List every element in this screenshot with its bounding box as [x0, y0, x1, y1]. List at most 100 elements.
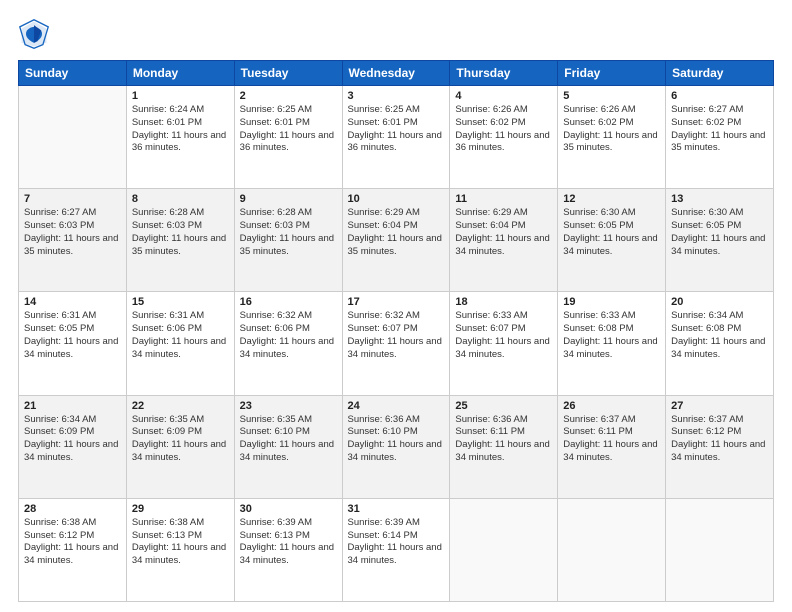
calendar-cell: 26 Sunrise: 6:37 AMSunset: 6:11 PMDayligh… [558, 395, 666, 498]
weekday-header-tuesday: Tuesday [234, 61, 342, 86]
weekday-header-sunday: Sunday [19, 61, 127, 86]
day-info: Sunrise: 6:27 AMSunset: 6:02 PMDaylight:… [671, 104, 768, 155]
day-info: Sunrise: 6:36 AMSunset: 6:10 PMDaylight:… [348, 414, 445, 465]
day-info: Sunrise: 6:35 AMSunset: 6:10 PMDaylight:… [240, 414, 337, 465]
calendar-cell: 7 Sunrise: 6:27 AMSunset: 6:03 PMDaylight… [19, 189, 127, 292]
calendar-cell: 19 Sunrise: 6:33 AMSunset: 6:08 PMDayligh… [558, 292, 666, 395]
calendar-cell: 21Sunrise: 6:34 AMSunset: 6:09 PMDayligh… [19, 395, 127, 498]
day-number: 1 [132, 90, 229, 102]
day-info: Sunrise: 6:24 AMSunset: 6:01 PMDaylight:… [132, 104, 229, 155]
day-info: Sunrise: 6:34 AMSunset: 6:08 PMDaylight:… [671, 310, 768, 361]
calendar-cell: 3 Sunrise: 6:25 AMSunset: 6:01 PMDaylight… [342, 86, 450, 189]
day-info: Sunrise: 6:39 AMSunset: 6:14 PMDaylight:… [348, 517, 445, 568]
calendar-cell: 17 Sunrise: 6:32 AMSunset: 6:07 PMDayligh… [342, 292, 450, 395]
calendar-cell: 2 Sunrise: 6:25 AMSunset: 6:01 PMDaylight… [234, 86, 342, 189]
day-info: Sunrise: 6:38 AMSunset: 6:13 PMDaylight:… [132, 517, 229, 568]
calendar-table: SundayMondayTuesdayWednesdayThursdayFrid… [18, 60, 774, 602]
calendar-cell: 24 Sunrise: 6:36 AMSunset: 6:10 PMDayligh… [342, 395, 450, 498]
day-number: 27 [671, 400, 768, 412]
calendar-week-row: 21Sunrise: 6:34 AMSunset: 6:09 PMDayligh… [19, 395, 774, 498]
day-number: 17 [348, 296, 445, 308]
day-info: Sunrise: 6:34 AMSunset: 6:09 PMDaylight:… [24, 414, 121, 465]
weekday-header-row: SundayMondayTuesdayWednesdayThursdayFrid… [19, 61, 774, 86]
calendar-cell: 13 Sunrise: 6:30 AMSunset: 6:05 PMDayligh… [666, 189, 774, 292]
day-number: 23 [240, 400, 337, 412]
day-number: 2 [240, 90, 337, 102]
logo-icon [18, 18, 50, 50]
day-info: Sunrise: 6:29 AMSunset: 6:04 PMDaylight:… [455, 207, 552, 258]
day-number: 30 [240, 503, 337, 515]
day-info: Sunrise: 6:32 AMSunset: 6:07 PMDaylight:… [348, 310, 445, 361]
day-info: Sunrise: 6:31 AMSunset: 6:05 PMDaylight:… [24, 310, 121, 361]
day-info: Sunrise: 6:39 AMSunset: 6:13 PMDaylight:… [240, 517, 337, 568]
calendar-cell [558, 498, 666, 601]
weekday-header-saturday: Saturday [666, 61, 774, 86]
day-info: Sunrise: 6:37 AMSunset: 6:12 PMDaylight:… [671, 414, 768, 465]
day-number: 8 [132, 193, 229, 205]
day-number: 12 [563, 193, 660, 205]
weekday-header-friday: Friday [558, 61, 666, 86]
calendar-cell: 23 Sunrise: 6:35 AMSunset: 6:10 PMDayligh… [234, 395, 342, 498]
day-number: 29 [132, 503, 229, 515]
calendar-cell: 5 Sunrise: 6:26 AMSunset: 6:02 PMDaylight… [558, 86, 666, 189]
day-info: Sunrise: 6:38 AMSunset: 6:12 PMDaylight:… [24, 517, 121, 568]
day-number: 13 [671, 193, 768, 205]
day-number: 7 [24, 193, 121, 205]
day-number: 20 [671, 296, 768, 308]
day-number: 31 [348, 503, 445, 515]
day-number: 18 [455, 296, 552, 308]
day-number: 5 [563, 90, 660, 102]
day-info: Sunrise: 6:27 AMSunset: 6:03 PMDaylight:… [24, 207, 121, 258]
calendar-cell: 4Sunrise: 6:26 AMSunset: 6:02 PMDaylight… [450, 86, 558, 189]
day-info: Sunrise: 6:30 AMSunset: 6:05 PMDaylight:… [671, 207, 768, 258]
page: SundayMondayTuesdayWednesdayThursdayFrid… [0, 0, 792, 612]
day-number: 9 [240, 193, 337, 205]
calendar-cell [19, 86, 127, 189]
calendar-cell: 8 Sunrise: 6:28 AMSunset: 6:03 PMDaylight… [126, 189, 234, 292]
day-info: Sunrise: 6:26 AMSunset: 6:02 PMDaylight:… [455, 104, 552, 155]
day-info: Sunrise: 6:25 AMSunset: 6:01 PMDaylight:… [348, 104, 445, 155]
day-number: 24 [348, 400, 445, 412]
weekday-header-thursday: Thursday [450, 61, 558, 86]
logo [18, 18, 54, 50]
calendar-cell [450, 498, 558, 601]
calendar-cell: 14 Sunrise: 6:31 AMSunset: 6:05 PMDayligh… [19, 292, 127, 395]
day-info: Sunrise: 6:33 AMSunset: 6:08 PMDaylight:… [563, 310, 660, 361]
header [18, 18, 774, 50]
calendar-cell: 12 Sunrise: 6:30 AMSunset: 6:05 PMDayligh… [558, 189, 666, 292]
calendar-cell: 25 Sunrise: 6:36 AMSunset: 6:11 PMDayligh… [450, 395, 558, 498]
day-number: 14 [24, 296, 121, 308]
weekday-header-monday: Monday [126, 61, 234, 86]
calendar-cell: 29 Sunrise: 6:38 AMSunset: 6:13 PMDayligh… [126, 498, 234, 601]
day-info: Sunrise: 6:30 AMSunset: 6:05 PMDaylight:… [563, 207, 660, 258]
calendar-cell: 20 Sunrise: 6:34 AMSunset: 6:08 PMDayligh… [666, 292, 774, 395]
day-number: 19 [563, 296, 660, 308]
weekday-header-wednesday: Wednesday [342, 61, 450, 86]
calendar-week-row: 1 Sunrise: 6:24 AMSunset: 6:01 PMDaylight… [19, 86, 774, 189]
day-number: 10 [348, 193, 445, 205]
calendar-cell: 31 Sunrise: 6:39 AMSunset: 6:14 PMDayligh… [342, 498, 450, 601]
calendar-cell: 15 Sunrise: 6:31 AMSunset: 6:06 PMDayligh… [126, 292, 234, 395]
day-info: Sunrise: 6:31 AMSunset: 6:06 PMDaylight:… [132, 310, 229, 361]
day-number: 28 [24, 503, 121, 515]
day-info: Sunrise: 6:33 AMSunset: 6:07 PMDaylight:… [455, 310, 552, 361]
day-number: 15 [132, 296, 229, 308]
day-number: 25 [455, 400, 552, 412]
day-info: Sunrise: 6:36 AMSunset: 6:11 PMDaylight:… [455, 414, 552, 465]
day-info: Sunrise: 6:25 AMSunset: 6:01 PMDaylight:… [240, 104, 337, 155]
day-number: 26 [563, 400, 660, 412]
day-info: Sunrise: 6:32 AMSunset: 6:06 PMDaylight:… [240, 310, 337, 361]
day-number: 3 [348, 90, 445, 102]
calendar-cell: 9Sunrise: 6:28 AMSunset: 6:03 PMDaylight… [234, 189, 342, 292]
calendar-cell: 30 Sunrise: 6:39 AMSunset: 6:13 PMDayligh… [234, 498, 342, 601]
calendar-cell: 1 Sunrise: 6:24 AMSunset: 6:01 PMDaylight… [126, 86, 234, 189]
calendar-cell: 11Sunrise: 6:29 AMSunset: 6:04 PMDayligh… [450, 189, 558, 292]
day-info: Sunrise: 6:28 AMSunset: 6:03 PMDaylight:… [132, 207, 229, 258]
day-info: Sunrise: 6:37 AMSunset: 6:11 PMDaylight:… [563, 414, 660, 465]
day-info: Sunrise: 6:35 AMSunset: 6:09 PMDaylight:… [132, 414, 229, 465]
calendar-week-row: 7 Sunrise: 6:27 AMSunset: 6:03 PMDaylight… [19, 189, 774, 292]
calendar-cell [666, 498, 774, 601]
day-info: Sunrise: 6:26 AMSunset: 6:02 PMDaylight:… [563, 104, 660, 155]
calendar-cell: 18 Sunrise: 6:33 AMSunset: 6:07 PMDayligh… [450, 292, 558, 395]
calendar-cell: 10Sunrise: 6:29 AMSunset: 6:04 PMDayligh… [342, 189, 450, 292]
